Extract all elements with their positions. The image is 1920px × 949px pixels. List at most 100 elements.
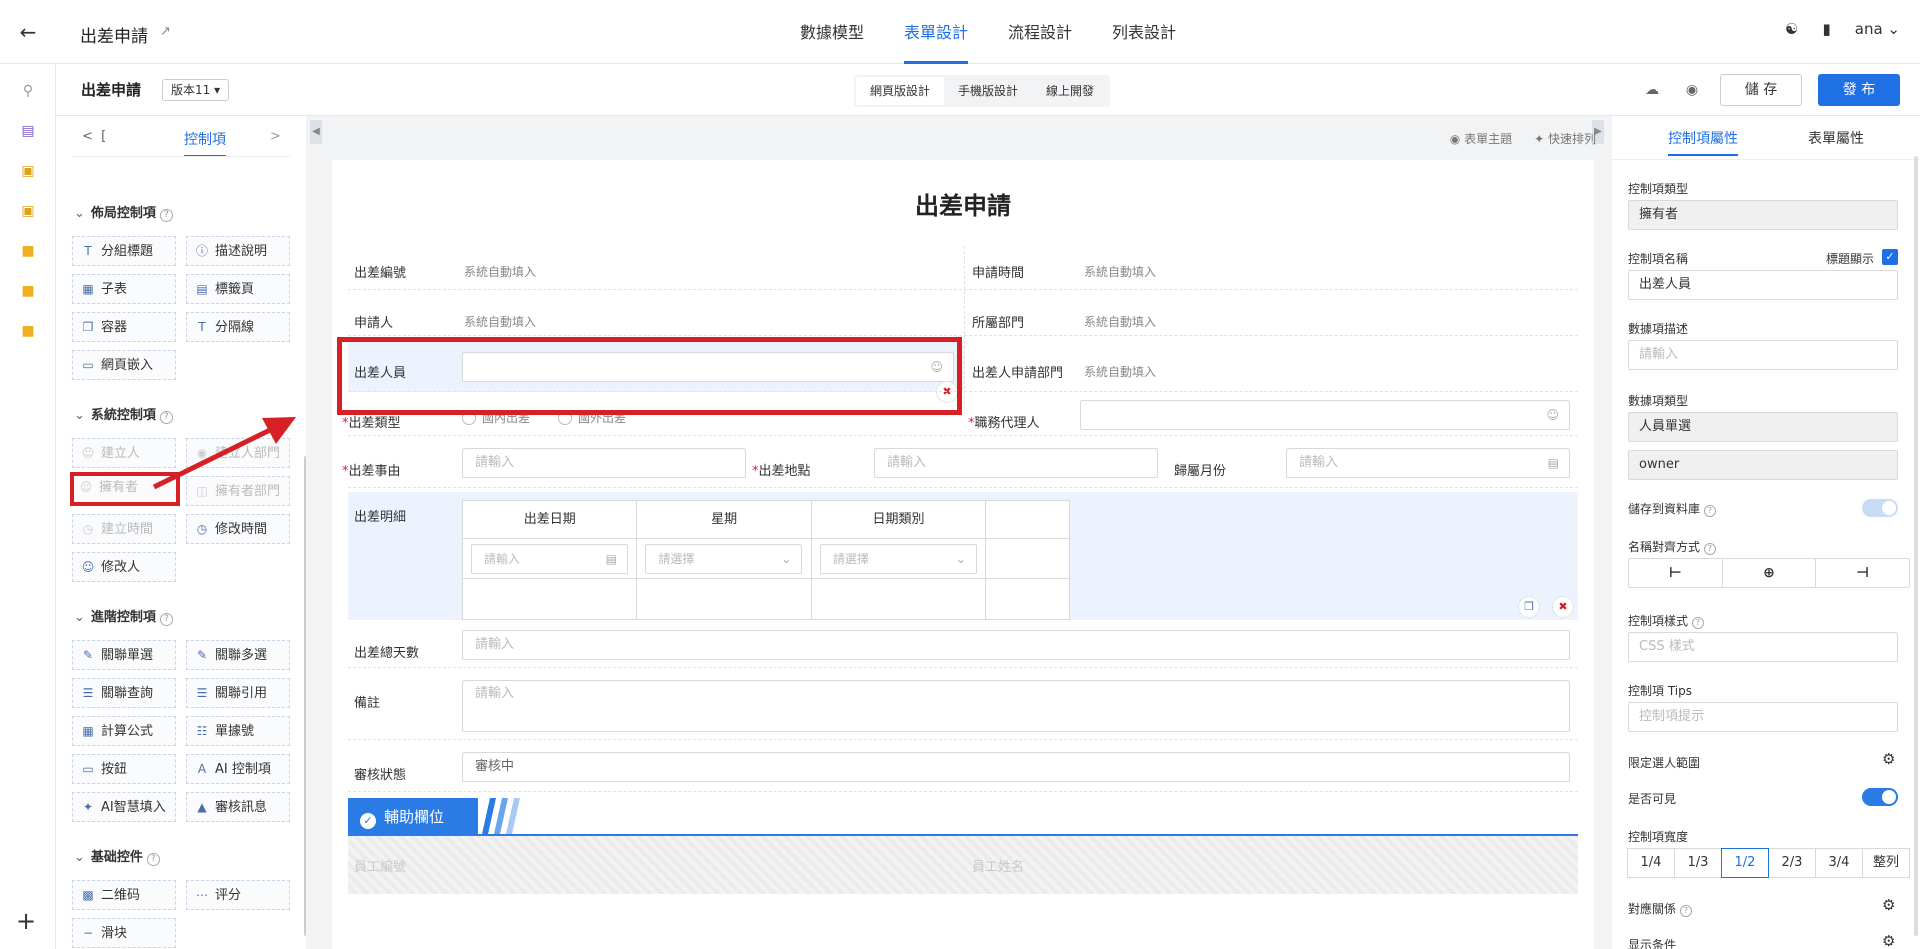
quick-arrange-button[interactable]: ✦ 快速排列 (1534, 130, 1596, 147)
date-input[interactable]: 請輸入 ▤ (471, 544, 628, 574)
tab-list-design[interactable]: 列表設計 (1092, 0, 1196, 64)
tab-controls[interactable]: 控制項 (184, 129, 226, 157)
align-left-icon[interactable]: ⊢ (1629, 559, 1723, 587)
collapse-left-icon[interactable]: ◀ (310, 120, 322, 144)
subtable-section[interactable]: 出差明細 出差日期 星期 日期類別 請輸入 ▤ 請選擇 ⌄ 請選擇 ⌄ ❐ ✖ (348, 492, 1578, 620)
search-icon[interactable]: ⚲ (19, 82, 37, 100)
location-input[interactable]: 請輸入 (874, 448, 1158, 478)
ctrl-qrcode[interactable]: ▩ 二维码 (72, 880, 176, 910)
delete-icon[interactable]: ✖ (1552, 596, 1574, 618)
tab-form-properties[interactable]: 表單屬性 (1808, 128, 1864, 148)
help-icon[interactable]: ? (1679, 905, 1692, 917)
layout-controls-title[interactable]: ⌄ 佈局控制項? (74, 202, 173, 222)
preview-eye-icon[interactable]: ◉ (1680, 78, 1704, 102)
ctrl-divider[interactable]: T 分隔線 (186, 312, 290, 342)
open-external-icon[interactable]: ↗ (160, 24, 171, 39)
ctrl-rating[interactable]: ⋯ 评分 (186, 880, 290, 910)
back-arrow-icon[interactable]: ← (16, 20, 40, 44)
remarks-textarea[interactable]: 請輸入 (462, 680, 1570, 732)
save-db-toggle[interactable] (1862, 499, 1898, 517)
ctrl-description[interactable]: ⓘ 描述說明 (186, 236, 290, 266)
cloud-upload-icon[interactable]: ☁ (1640, 78, 1664, 102)
version-select[interactable]: 版本11 ▾ (162, 79, 230, 101)
ctrl-ai-fill[interactable]: ✦ AI智慧填入 (72, 792, 176, 822)
total-days-input[interactable]: 請輸入 (462, 630, 1570, 660)
save-button[interactable]: 儲 存 (1720, 74, 1802, 106)
system-controls-title[interactable]: ⌄ 系統控制項? (74, 404, 173, 424)
tab-form-design[interactable]: 表單設計 (884, 0, 988, 64)
publish-button[interactable]: 發 布 (1818, 74, 1900, 106)
mode-web[interactable]: 網頁版設計 (856, 77, 945, 105)
folder-icon[interactable]: ■ (19, 322, 37, 340)
ctrl-web-embed[interactable]: ▭ 網頁嵌入 (72, 350, 176, 380)
tab-flow-design[interactable]: 流程設計 (988, 0, 1092, 64)
advanced-controls-title[interactable]: ⌄ 進階控制項? (74, 606, 173, 626)
align-center-icon[interactable]: ⊕ (1723, 559, 1817, 587)
width-option[interactable]: 整列 (1862, 848, 1910, 878)
width-option[interactable]: 3/4 (1815, 848, 1863, 878)
ctrl-group-title[interactable]: T 分組標題 (72, 236, 176, 266)
chat-icon[interactable]: ▣ (19, 162, 37, 180)
tab-data-model[interactable]: 數據模型 (780, 0, 884, 64)
ctrl-doc-number[interactable]: ☷ 單據號 (186, 716, 290, 746)
month-input[interactable]: 請輸入 ▤ (1286, 448, 1570, 478)
gear-icon[interactable]: ⚙ (1882, 932, 1895, 949)
controls-tab-prev[interactable]: < [ (82, 129, 106, 144)
table-icon[interactable]: ▤ (19, 122, 37, 140)
basic-controls-title[interactable]: ⌄ 基础控件? (74, 846, 160, 866)
aux-section-header[interactable]: ✓ 輔助欄位 (348, 796, 1578, 836)
add-icon[interactable]: + (16, 907, 36, 935)
ctrl-related-query[interactable]: ☰ 關聯查詢 (72, 678, 176, 708)
mode-mobile[interactable]: 手機版設計 (944, 77, 1032, 105)
mode-online-dev[interactable]: 線上開發 (1032, 77, 1108, 105)
deputy-input[interactable]: ☺ (1080, 400, 1570, 430)
ctrl-tabs[interactable]: ▤ 標籤頁 (186, 274, 290, 304)
properties-scrollbar[interactable] (1914, 156, 1918, 936)
folder-icon[interactable]: ■ (19, 242, 37, 260)
help-icon[interactable]: ? (159, 209, 173, 222)
css-style-input[interactable]: CSS 樣式 (1628, 632, 1898, 662)
ctrl-related-single[interactable]: ✎ 關聯單選 (72, 640, 176, 670)
ctrl-created-time[interactable]: ◷ 建立時間 (72, 514, 176, 544)
gear-icon[interactable]: ⚙ (1882, 750, 1895, 768)
visible-toggle[interactable] (1862, 788, 1898, 806)
width-option[interactable]: 1/3 (1674, 848, 1722, 878)
width-option[interactable]: 2/3 (1768, 848, 1816, 878)
date-type-select[interactable]: 請選擇 ⌄ (819, 544, 977, 574)
help-icon[interactable]: ? (1703, 543, 1716, 555)
review-status-input[interactable]: 審核中 (462, 752, 1570, 782)
book-icon[interactable]: ▮ (1822, 20, 1830, 38)
copy-icon[interactable]: ❐ (1518, 596, 1540, 618)
help-icon[interactable]: ? (159, 411, 173, 424)
reason-input[interactable]: 請輸入 (462, 448, 746, 478)
ctrl-formula[interactable]: ▦ 計算公式 (72, 716, 176, 746)
help-icon[interactable]: ? (146, 853, 160, 866)
tab-control-properties[interactable]: 控制項屬性 (1668, 128, 1738, 156)
ctrl-modified-time[interactable]: ◷ 修改時間 (186, 514, 290, 544)
gear-icon[interactable]: ⚙ (1882, 896, 1895, 914)
ctrl-slider[interactable]: − 滑块 (72, 918, 176, 948)
ctrl-modifier[interactable]: ☺ 修改人 (72, 552, 176, 582)
chat-icon[interactable]: ▣ (19, 202, 37, 220)
ctrl-related-ref[interactable]: ☰ 關聯引用 (186, 678, 290, 708)
help-icon[interactable]: ? (159, 613, 173, 626)
user-menu[interactable]: ana ⌄ (1855, 20, 1900, 38)
help-icon[interactable]: ? (1691, 617, 1704, 629)
ctrl-related-multi[interactable]: ✎ 關聯多選 (186, 640, 290, 670)
ctrl-subtable[interactable]: ▦ 子表 (72, 274, 176, 304)
ctrl-review-msg[interactable]: ▲ 審核訊息 (186, 792, 290, 822)
folder-icon[interactable]: ■ (19, 282, 37, 300)
title-display-checkbox[interactable]: ✓ (1882, 249, 1898, 265)
ctrl-container[interactable]: ❐ 容器 (72, 312, 176, 342)
control-name-input[interactable]: 出差人員 (1628, 270, 1898, 300)
align-right-icon[interactable]: ⊣ (1816, 559, 1909, 587)
data-desc-input[interactable]: 請輸入 (1628, 340, 1898, 370)
support-icon[interactable]: ☯ (1785, 20, 1798, 38)
ctrl-owner[interactable]: ☺ 擁有者 (70, 472, 180, 506)
ctrl-creator[interactable]: ☺ 建立人 (72, 438, 176, 468)
form-theme-button[interactable]: ◉ 表單主題 (1450, 130, 1512, 147)
controls-tab-next[interactable]: > (270, 129, 281, 144)
ctrl-creator-dept[interactable]: ◉ 建立人部門 (186, 438, 290, 468)
help-icon[interactable]: ? (1703, 505, 1716, 517)
tips-input[interactable]: 控制項提示 (1628, 702, 1898, 732)
